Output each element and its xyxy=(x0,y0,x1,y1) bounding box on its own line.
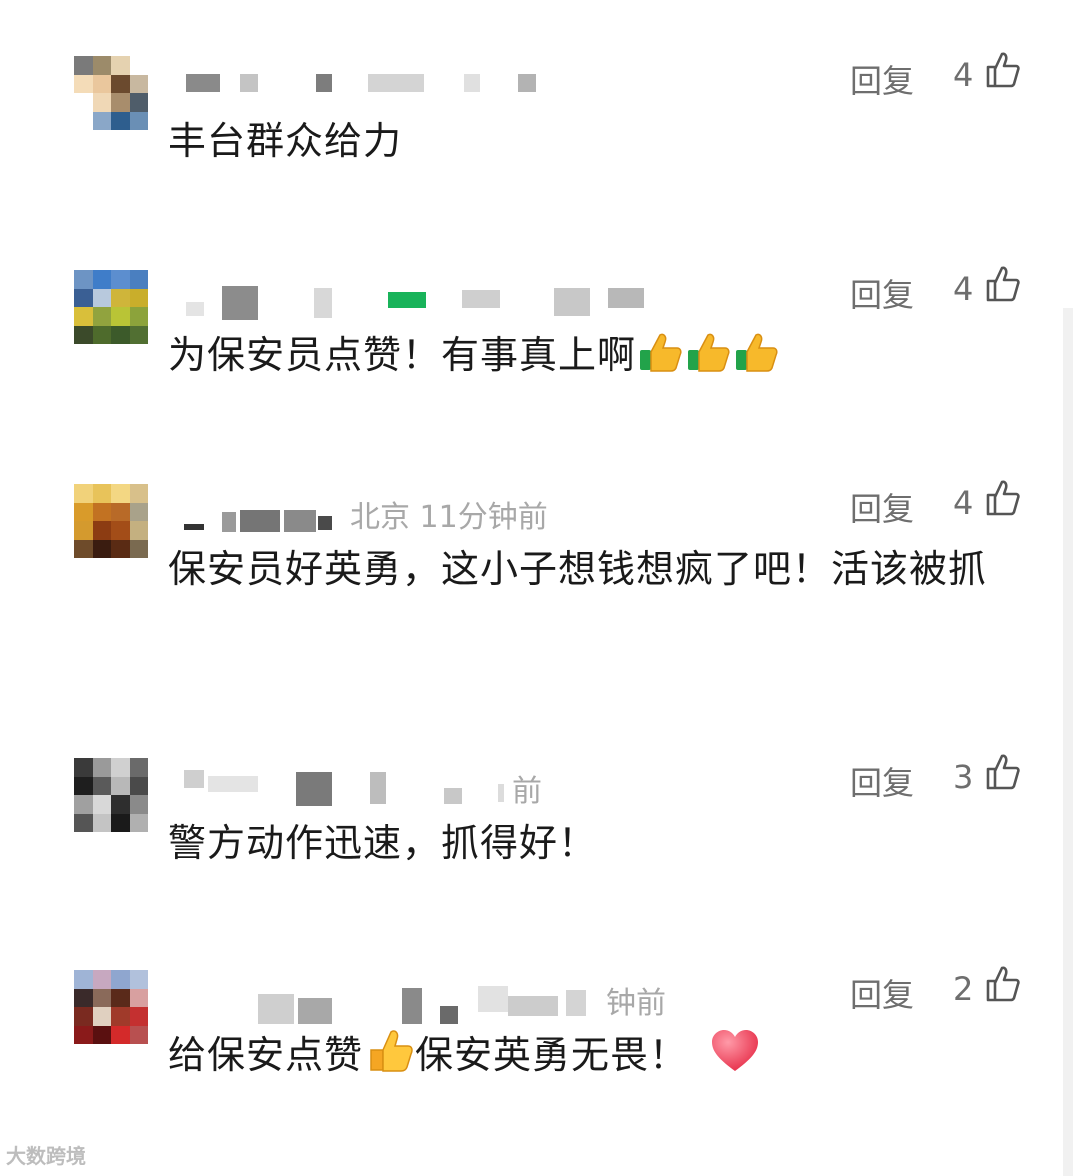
reply-button[interactable]: 回复 xyxy=(850,270,914,316)
like-count: 4 xyxy=(953,270,974,308)
location-time: 前 xyxy=(512,774,542,809)
thumbs-up-emoji-icon xyxy=(370,1030,413,1072)
thumbs-up-icon[interactable] xyxy=(985,478,1021,518)
comment-text-part-1: 给保安点赞 xyxy=(168,1033,364,1077)
like-count: 4 xyxy=(953,484,974,522)
reply-button[interactable]: 回复 xyxy=(850,56,914,102)
thumbs-up-emoji-icon xyxy=(736,333,778,372)
thumbs-up-icon[interactable] xyxy=(985,964,1021,1004)
avatar[interactable] xyxy=(74,56,148,130)
red-heart-emoji-icon xyxy=(712,1030,759,1071)
username-blurred[interactable] xyxy=(168,982,588,1024)
comment-text-body: 警方动作迅速，抓得好！ xyxy=(168,821,598,865)
thumbs-up-emoji-icon xyxy=(688,333,730,372)
thumbs-up-icon[interactable] xyxy=(985,264,1021,304)
reply-button[interactable]: 回复 xyxy=(850,484,914,530)
comment-text: 给保安点赞 保安英勇无畏！ xyxy=(168,1026,1018,1084)
thumbs-up-icon[interactable] xyxy=(985,50,1021,90)
like-count: 4 xyxy=(953,56,974,94)
location-time: 北京 11分钟前 xyxy=(350,500,548,535)
reply-button[interactable]: 回复 xyxy=(850,970,914,1016)
like-count: 2 xyxy=(953,970,974,1008)
comment-text: 丰台群众给力 xyxy=(168,112,1018,170)
reply-button[interactable]: 回复 xyxy=(850,758,914,804)
comment-text-body: 为保安员点赞！有事真上啊 xyxy=(168,333,637,377)
comment-text: 警方动作迅速，抓得好！ xyxy=(168,814,1018,872)
avatar[interactable] xyxy=(74,484,148,558)
username-blurred[interactable] xyxy=(168,282,644,320)
avatar[interactable] xyxy=(74,270,148,344)
comment-text-body: 保安员好英勇，这小子想钱想疯了吧！活该被抓 xyxy=(168,547,988,591)
comment-text-body: 丰台群众给力 xyxy=(168,119,403,163)
username-blurred[interactable] xyxy=(168,68,588,98)
avatar[interactable] xyxy=(74,758,148,832)
comment-text-part-2: 保安英勇无畏！ xyxy=(415,1033,689,1077)
thumbs-up-emoji-icon xyxy=(640,333,682,372)
like-count: 3 xyxy=(953,758,974,796)
avatar[interactable] xyxy=(74,970,148,1044)
comment-text: 保安员好英勇，这小子想钱想疯了吧！活该被抓 xyxy=(168,540,1018,598)
thumbs-up-icon[interactable] xyxy=(985,752,1021,792)
scrollbar[interactable] xyxy=(1063,308,1073,1176)
comment-text: 为保安员点赞！有事真上啊 xyxy=(168,326,1018,384)
watermark: 大数跨境 xyxy=(6,1144,86,1168)
location-time: 钟前 xyxy=(606,986,666,1021)
